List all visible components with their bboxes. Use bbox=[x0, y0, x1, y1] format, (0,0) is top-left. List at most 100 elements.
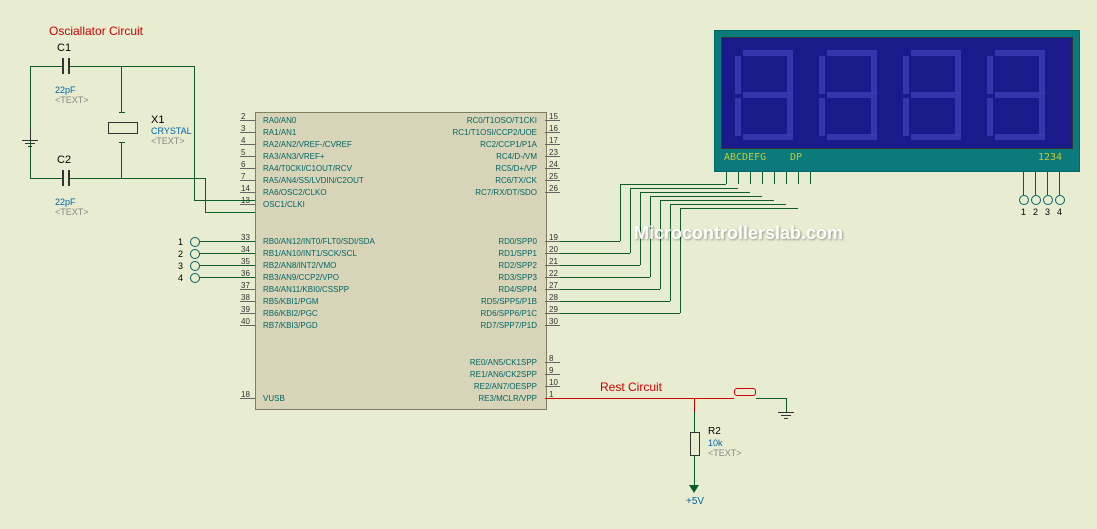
vcc-arrow-icon bbox=[689, 485, 699, 493]
pin-name: RA1/AN1 bbox=[263, 128, 296, 137]
display-label-1234: 1234 bbox=[1038, 152, 1062, 163]
pin-name: RC2/CCP1/P1A bbox=[480, 140, 537, 149]
pin-name: RA6/OSC2/CLKO bbox=[263, 188, 327, 197]
pin-name: RB4/AN11/KBI0/CSSPP bbox=[263, 285, 349, 294]
segment bbox=[827, 50, 877, 56]
pin-name: RD4/SPP4 bbox=[498, 285, 537, 294]
pin-name: VUSB bbox=[263, 394, 285, 403]
segment bbox=[743, 92, 793, 98]
segment bbox=[955, 56, 961, 94]
c1-txt: <TEXT> bbox=[55, 95, 89, 105]
schematic-canvas: Osciallator Circuit C1 22pF <TEXT> C2 22… bbox=[0, 0, 1097, 529]
digit-pin-2[interactable] bbox=[1031, 195, 1041, 205]
display-label-abcdefg: ABCDEFG bbox=[724, 152, 766, 163]
digit-pin-4[interactable] bbox=[1055, 195, 1065, 205]
segment bbox=[735, 98, 741, 136]
x1-ref: X1 bbox=[151, 114, 164, 126]
segment bbox=[903, 56, 909, 94]
segment bbox=[871, 56, 877, 94]
display-label-dp: DP bbox=[790, 152, 802, 163]
pin-name: RC4/D-/VM bbox=[496, 152, 537, 161]
segment bbox=[787, 98, 793, 136]
digit-pin-3[interactable] bbox=[1043, 195, 1053, 205]
segment bbox=[911, 92, 961, 98]
pin-name: RA0/AN0 bbox=[263, 116, 296, 125]
digit-pin-1[interactable] bbox=[1019, 195, 1029, 205]
pin-name: RC0/T1OSO/T1CKI bbox=[467, 116, 537, 125]
c1-val: 22pF bbox=[55, 85, 76, 95]
terminal-rb0[interactable] bbox=[190, 237, 200, 247]
reset-button[interactable] bbox=[734, 388, 762, 398]
pin-name: OSC1/CLKI bbox=[263, 200, 305, 209]
segment bbox=[995, 92, 1045, 98]
c2-txt: <TEXT> bbox=[55, 207, 89, 217]
pin-name: RB5/KBI1/PGM bbox=[263, 297, 319, 306]
pin-name: RE3/MCLR/VPP bbox=[478, 394, 537, 403]
pin-name: RA5/AN4/SS/LVDIN/C2OUT bbox=[263, 176, 364, 185]
segment bbox=[987, 56, 993, 94]
terminal-rb1[interactable] bbox=[190, 249, 200, 259]
pin-name: RA2/AN2/VREF-/CVREF bbox=[263, 140, 352, 149]
pin-name: RD7/SPP7/P1D bbox=[481, 321, 537, 330]
pin-name: RC6/TX/CK bbox=[495, 176, 537, 185]
vcc-label: +5V bbox=[686, 496, 704, 507]
pin-name: RC7/RX/DT/SDO bbox=[475, 188, 537, 197]
pin-name: RE2/AN7/OESPP bbox=[474, 382, 537, 391]
wire bbox=[30, 66, 62, 67]
segment bbox=[819, 56, 825, 94]
segment bbox=[787, 56, 793, 94]
pin-name: RA3/AN3/VREF+ bbox=[263, 152, 325, 161]
oscillator-title: Osciallator Circuit bbox=[49, 24, 143, 38]
dpin-4: 4 bbox=[1057, 207, 1062, 217]
pin-name: RB6/KBI2/PGC bbox=[263, 309, 318, 318]
dpin-1: 1 bbox=[1021, 207, 1026, 217]
segment bbox=[995, 134, 1045, 140]
terminal-rb3[interactable] bbox=[190, 273, 200, 283]
segment bbox=[735, 56, 741, 94]
watermark-text: Microcontrollerslab.com bbox=[634, 223, 843, 244]
segment bbox=[827, 134, 877, 140]
segment bbox=[743, 50, 793, 56]
rest-title: Rest Circuit bbox=[600, 380, 662, 394]
pin-name: RD2/SPP2 bbox=[498, 261, 537, 270]
r2-txt: <TEXT> bbox=[708, 448, 742, 458]
pin-name: RE1/AN6/CK2SPP bbox=[470, 370, 537, 379]
resistor-r2[interactable] bbox=[690, 432, 700, 456]
pin-name: RE0/AN5/CK1SPP bbox=[470, 358, 537, 367]
portb-num-1: 1 bbox=[178, 237, 183, 247]
segment bbox=[903, 98, 909, 136]
portb-num-2: 2 bbox=[178, 249, 183, 259]
pin-name: RB0/AN12/INT0/FLT0/SDI/SDA bbox=[263, 237, 375, 246]
segment bbox=[987, 98, 993, 136]
r2-ref: R2 bbox=[708, 426, 721, 437]
x1-val: CRYSTAL bbox=[151, 126, 192, 136]
pin-name: RB7/KBI3/PGD bbox=[263, 321, 318, 330]
segment bbox=[911, 50, 961, 56]
segment bbox=[1039, 56, 1045, 94]
c1-ref: C1 bbox=[57, 42, 71, 54]
pin-name: RD0/SPP0 bbox=[498, 237, 537, 246]
segment bbox=[743, 134, 793, 140]
pin-name: RD3/SPP3 bbox=[498, 273, 537, 282]
segment bbox=[1039, 98, 1045, 136]
c2-ref: C2 bbox=[57, 154, 71, 166]
pin-name: RC5/D+/VP bbox=[495, 164, 537, 173]
segment bbox=[911, 134, 961, 140]
terminal-rb2[interactable] bbox=[190, 261, 200, 271]
crystal-x1[interactable] bbox=[108, 122, 138, 134]
dpin-2: 2 bbox=[1033, 207, 1038, 217]
segment bbox=[995, 50, 1045, 56]
pin-name: RD1/SPP1 bbox=[498, 249, 537, 258]
segment bbox=[819, 98, 825, 136]
x1-txt: <TEXT> bbox=[151, 136, 185, 146]
segment bbox=[827, 92, 877, 98]
r2-val: 10k bbox=[708, 438, 723, 448]
c2-val: 22pF bbox=[55, 197, 76, 207]
pin-name: RA4/T0CKI/C1OUT/RCV bbox=[263, 164, 352, 173]
segment bbox=[871, 98, 877, 136]
pin-name: RB1/AN10/INT1/SCK/SCL bbox=[263, 249, 357, 258]
pin-name: RC1/T1OSI/CCP2/UOE bbox=[453, 128, 537, 137]
pin-name: RB2/AN8/INT2/VMO bbox=[263, 261, 336, 270]
pin-name: RB3/AN9/CCP2/VPO bbox=[263, 273, 339, 282]
pin-name: RD5/SPP5/P1B bbox=[481, 297, 537, 306]
